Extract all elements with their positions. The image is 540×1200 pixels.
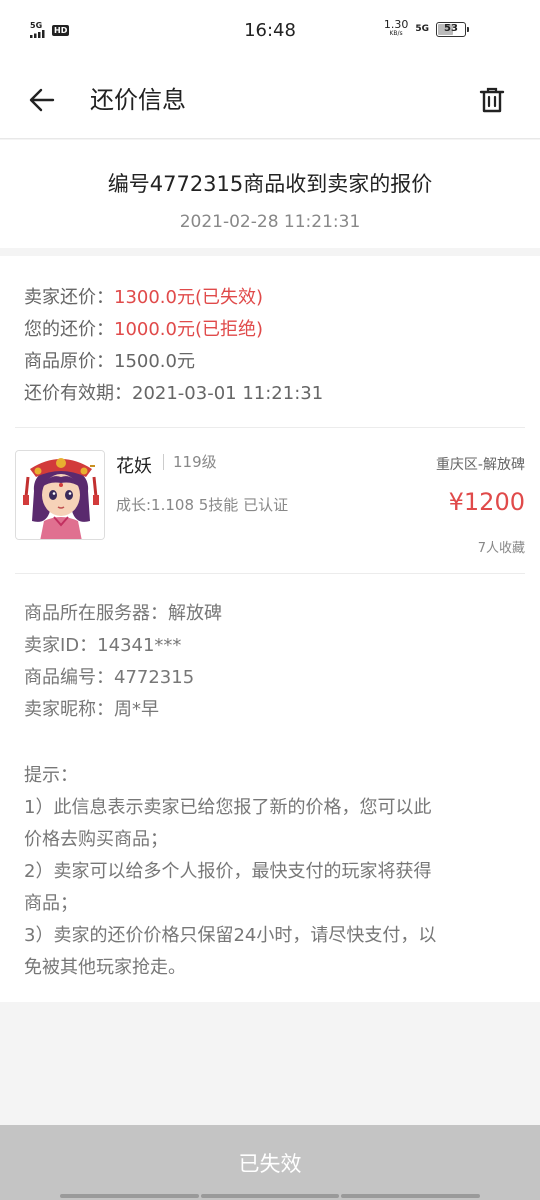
tips-title: 提示： — [24, 765, 78, 786]
nav-bar: 还价信息 — [0, 62, 540, 139]
product-price: ¥1200 — [448, 488, 525, 516]
character-avatar-icon — [16, 451, 104, 539]
speed-value: 1.30 — [383, 18, 409, 31]
home-indicator-segment — [200, 1194, 340, 1198]
product-name: 花妖 — [116, 456, 152, 477]
tip-line: 2）卖家可以给多个人报价，最快支付的玩家将获得 — [24, 861, 432, 882]
validity-label: 还价有效期： — [24, 383, 132, 404]
main-card: 卖家还价：1300.0元(已失效) 您的还价：1000.0元(已拒绝) 商品原价… — [0, 256, 540, 1002]
tip-line: 价格去购买商品； — [24, 829, 168, 850]
tip-line: 商品； — [24, 893, 78, 914]
product-avatar — [15, 450, 105, 540]
back-button[interactable] — [24, 82, 60, 118]
offer-title: 编号4772315商品收到卖家的报价 — [107, 172, 433, 196]
seller-nickname-row: 卖家昵称：周*早 — [24, 699, 159, 720]
item-number-row: 商品编号：4772315 — [24, 667, 195, 688]
your-offer-label: 您的还价： — [24, 319, 114, 340]
product-item[interactable]: 花妖 119级 重庆区-解放碑 成长:1.108 5技能 已认证 ¥1200 7… — [15, 428, 525, 574]
your-offer-row: 您的还价：1000.0元(已拒绝) — [24, 314, 501, 346]
trash-icon — [479, 87, 505, 113]
tips-block: 提示： 1）此信息表示卖家已给您报了新的价格，您可以此 价格去购买商品； 2）卖… — [24, 760, 540, 984]
your-offer-value: 1000.0元(已拒绝) — [114, 319, 264, 340]
battery-icon: 53 — [436, 21, 469, 37]
network-type: 5G — [415, 24, 429, 34]
network-speed: 1.30 KB/s — [383, 18, 409, 38]
product-favorites: 7人收藏 — [477, 541, 525, 556]
status-bar: 5G HD 16:48 1.30 KB/s 5G 53 — [0, 0, 540, 62]
price-block: 卖家还价：1300.0元(已失效) 您的还价：1000.0元(已拒绝) 商品原价… — [15, 256, 525, 428]
page-title: 还价信息 — [90, 86, 186, 114]
expired-button[interactable]: 已失效 — [0, 1125, 540, 1200]
offer-header: 编号4772315商品收到卖家的报价 2021-02-28 11:21:31 — [0, 140, 540, 248]
seller-offer-row: 卖家还价：1300.0元(已失效) — [24, 282, 501, 314]
home-indicator-segment — [341, 1194, 481, 1198]
seller-offer-label: 卖家还价： — [24, 287, 114, 308]
battery-level: 53 — [444, 23, 458, 34]
product-level: 119级 — [163, 454, 217, 470]
arrow-left-icon — [29, 88, 55, 112]
validity-value: 2021-03-01 11:21:31 — [132, 383, 324, 404]
home-indicator-segment — [60, 1194, 199, 1198]
seller-offer-value: 1300.0元(已失效) — [114, 287, 264, 308]
product-attributes: 成长:1.108 5技能 已认证 — [116, 496, 289, 514]
server-row: 商品所在服务器：解放碑 — [24, 603, 222, 624]
tip-line: 免被其他玩家抢走。 — [24, 957, 186, 978]
validity-row: 还价有效期：2021-03-01 11:21:31 — [24, 378, 501, 410]
home-indicator — [60, 1194, 481, 1198]
original-price-row: 商品原价：1500.0元 — [24, 346, 501, 378]
tip-line: 3）卖家的还价价格只保留24小时，请尽快支付，以 — [24, 925, 437, 946]
seller-id-row: 卖家ID：14341*** — [24, 635, 182, 656]
tip-line: 1）此信息表示卖家已给您报了新的价格，您可以此 — [24, 797, 432, 818]
details-block: 商品所在服务器：解放碑 卖家ID：14341*** 商品编号：4772315 卖… — [0, 574, 540, 984]
offer-datetime: 2021-02-28 11:21:31 — [179, 212, 361, 232]
original-price-label: 商品原价： — [24, 351, 114, 372]
status-right: 1.30 KB/s 5G 53 — [383, 18, 469, 38]
product-region: 重庆区-解放碑 — [435, 457, 525, 473]
delete-button[interactable] — [474, 82, 510, 118]
original-price-value: 1500.0元 — [114, 351, 195, 372]
